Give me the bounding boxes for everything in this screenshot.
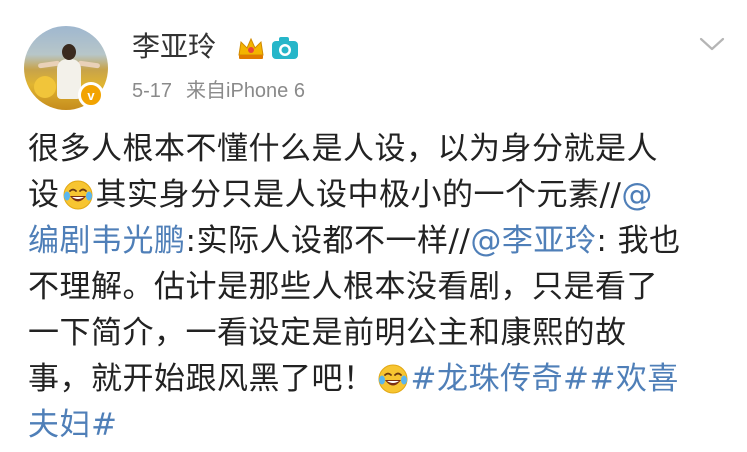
verified-v-icon: v xyxy=(78,82,104,108)
mention-link[interactable]: 夫妇# xyxy=(28,407,117,443)
post-text-segment: 很多人根本不懂什么是人设，以为身分就是人 xyxy=(28,131,658,167)
camera-icon[interactable] xyxy=(270,35,300,61)
post-text-line: 编剧韦光鹏:实际人设都不一样//@李亚玲: 我也 xyxy=(28,218,728,264)
post-source: 来自iPhone 6 xyxy=(186,80,305,102)
post-text-segment: 设 xyxy=(28,177,60,213)
post-text-segment: 事，就开始跟风黑了吧！ xyxy=(28,361,375,397)
username[interactable]: 李亚玲 xyxy=(132,30,216,64)
verified-label: v xyxy=(87,87,95,103)
chevron-down-icon[interactable] xyxy=(699,36,725,52)
avatar-figure-head xyxy=(62,44,76,60)
crown-member-icon[interactable] xyxy=(236,35,266,61)
post-text-line: 不理解。估计是那些人根本没看剧，只是看了 xyxy=(28,264,728,310)
post-text: 很多人根本不懂什么是人设，以为身分就是人设其实身分只是人设中极小的一个元素//@… xyxy=(28,126,728,448)
post-text-line: 事，就开始跟风黑了吧！ #龙珠传奇##欢喜 xyxy=(28,356,728,402)
post-text-line: 设其实身分只是人设中极小的一个元素//@ xyxy=(28,172,728,218)
post-date: 5-17 xyxy=(132,80,173,102)
mention-link[interactable]: 编剧韦光鹏 xyxy=(28,223,186,259)
post-text-segment: :实际人设都不一样// xyxy=(185,223,471,259)
post-text-segment: 一下简介，一看设定是前明公主和康熙的故 xyxy=(28,315,627,351)
weibo-post: v 李亚玲 5-17 来自iPhone 6 很多人根本不懂什么是人设，以为身分就是… xyxy=(0,0,747,452)
user-badges xyxy=(236,35,300,61)
laughing-tears-emoji xyxy=(63,180,92,210)
avatar-figure-arm xyxy=(77,60,101,69)
post-text-segment: 其实身分只是人设中极小的一个元素// xyxy=(95,177,622,213)
laughing-tears-emoji xyxy=(378,364,407,394)
mention-link[interactable]: @ xyxy=(621,177,653,213)
post-text-segment: : 我也 xyxy=(596,223,681,259)
post-text-segment: 不理解。估计是那些人根本没看剧，只是看了 xyxy=(28,269,658,305)
post-text-line: 夫妇# xyxy=(28,402,728,448)
post-text-line: 一下简介，一看设定是前明公主和康熙的故 xyxy=(28,310,728,356)
post-meta: 5-17 来自iPhone 6 xyxy=(132,78,305,104)
sunflower-decoration xyxy=(34,76,56,98)
mention-link[interactable]: @李亚玲 xyxy=(470,223,596,259)
post-text-line: 很多人根本不懂什么是人设，以为身分就是人 xyxy=(28,126,728,172)
hashtag-link[interactable]: #龙珠传奇##欢喜 xyxy=(411,361,679,397)
